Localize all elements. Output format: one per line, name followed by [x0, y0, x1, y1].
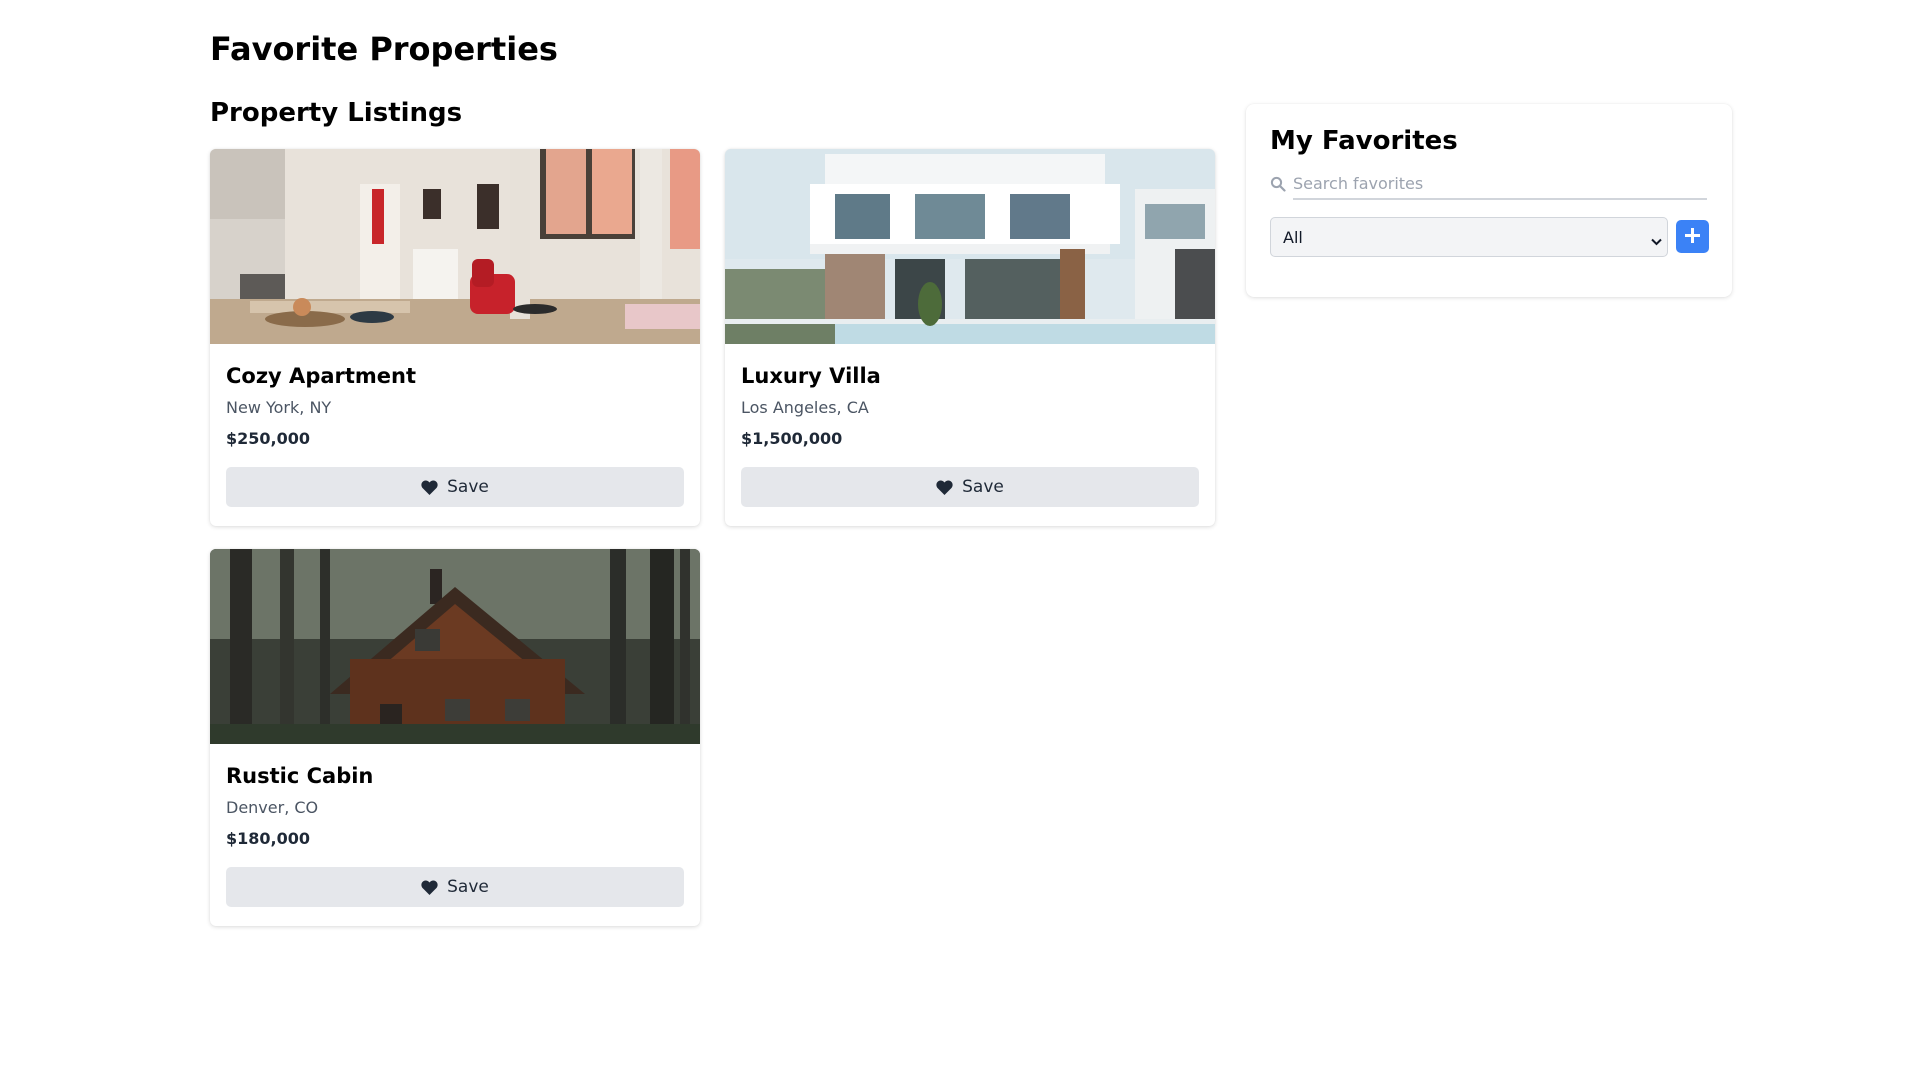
property-title: Luxury Villa	[741, 364, 881, 388]
save-label: Save	[447, 477, 489, 497]
listings-heading: Property Listings	[210, 98, 463, 128]
save-button[interactable]: Save	[226, 467, 684, 507]
save-label: Save	[962, 477, 1004, 497]
save-button[interactable]: Save	[741, 467, 1199, 507]
property-title: Rustic Cabin	[226, 764, 374, 788]
search-icon	[1270, 176, 1286, 192]
search-favorites-input[interactable]	[1293, 170, 1707, 200]
property-price: $250,000	[226, 429, 311, 448]
property-price: $180,000	[226, 829, 311, 848]
property-location: Los Angeles, CA	[741, 398, 869, 417]
modern-villa-image	[725, 149, 1215, 344]
page-title: Favorite Properties	[210, 30, 558, 68]
favorites-title: My Favorites	[1270, 126, 1458, 156]
save-label: Save	[447, 877, 489, 897]
favorites-panel: My Favorites All	[1246, 104, 1732, 297]
property-card-luxury-villa: Luxury Villa Los Angeles, CA $1,500,000 …	[725, 149, 1215, 526]
save-button[interactable]: Save	[226, 867, 684, 907]
property-price: $1,500,000	[741, 429, 843, 448]
property-location: Denver, CO	[226, 798, 319, 817]
heart-icon	[421, 880, 438, 895]
property-card-rustic-cabin: Rustic Cabin Denver, CO $180,000 Save	[210, 549, 700, 926]
plus-icon	[1685, 227, 1700, 246]
property-location: New York, NY	[226, 398, 332, 417]
add-favorite-button[interactable]	[1676, 220, 1709, 253]
page: Favorite Properties Property Listings Co…	[0, 0, 1920, 1080]
heart-icon	[421, 480, 438, 495]
property-card-cozy-apartment: Cozy Apartment New York, NY $250,000 Sav…	[210, 149, 700, 526]
apartment-interior-image	[210, 149, 700, 344]
forest-cabin-image	[210, 549, 700, 744]
property-title: Cozy Apartment	[226, 364, 417, 388]
heart-icon	[936, 480, 953, 495]
favorites-filter-select[interactable]: All	[1270, 217, 1668, 257]
